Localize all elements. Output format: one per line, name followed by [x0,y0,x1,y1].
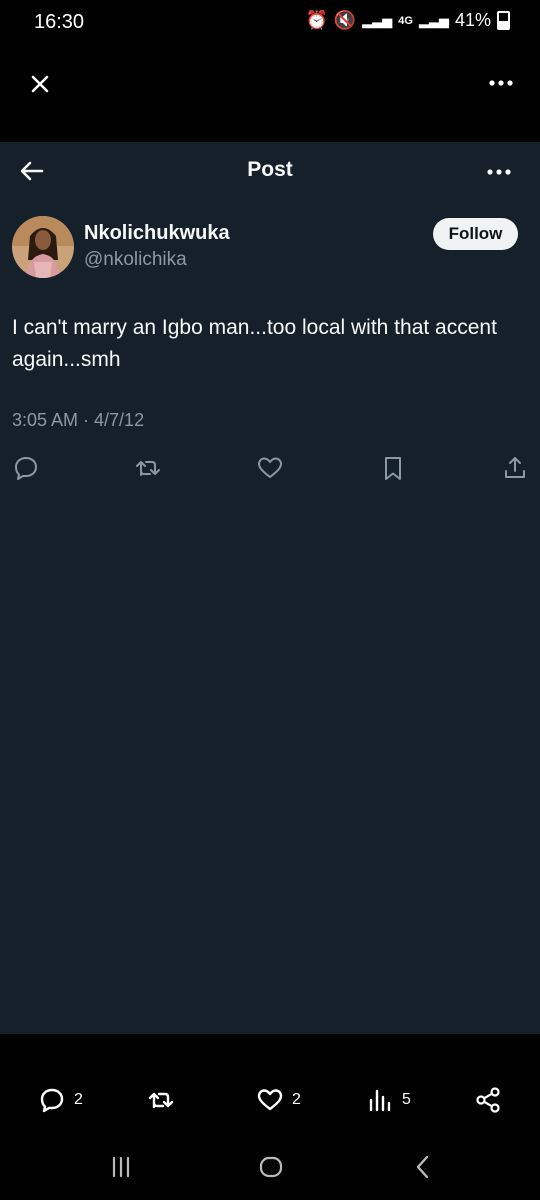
back-nav-icon[interactable] [408,1152,438,1182]
reply-count-button[interactable]: 2 [38,1086,83,1114]
reply-icon [38,1086,66,1114]
like-icon[interactable] [256,454,284,482]
alarm-icon: ⏰ [305,10,328,30]
page-title: Post [247,158,293,181]
battery-icon [497,11,510,30]
more-icon[interactable] [484,160,514,184]
display-name[interactable]: Nkolichukwuka [84,222,230,245]
tweet-timestamp[interactable]: 3:05 AM · 4/7/12 [12,410,144,431]
network-label: 4G [398,14,413,27]
more-icon[interactable] [486,72,516,94]
views-count: 5 [402,1091,411,1108]
mute-icon: 🔇 [333,10,357,30]
reply-count: 2 [74,1091,83,1108]
signal-icon-2: ▂▃▅ [418,12,449,28]
tweet-text: I can't marry an Igbo man...too local wi… [12,316,497,371]
like-icon [256,1086,284,1114]
share-nodes-icon [474,1086,502,1114]
retweet-icon [147,1086,175,1114]
retweet-button[interactable] [147,1086,175,1114]
like-count: 2 [292,1091,301,1108]
reply-icon[interactable] [12,454,40,482]
signal-icon: ▂▃▅ [362,12,393,28]
share-icon[interactable] [501,454,529,482]
share-button[interactable] [474,1086,502,1114]
handle[interactable]: @nkolichika [84,249,187,271]
viewer-top-bar [0,46,540,142]
close-icon[interactable] [26,70,54,98]
status-time: 16:30 [34,11,85,33]
bookmark-icon[interactable] [379,454,407,482]
avatar[interactable] [12,216,74,278]
views-icon [366,1086,394,1114]
views-button[interactable]: 5 [366,1086,411,1114]
follow-button[interactable]: Follow [433,218,518,250]
post-screenshot [0,142,540,1034]
recent-apps-icon[interactable] [106,1152,136,1182]
battery-label: 41% [454,10,491,30]
like-count-button[interactable]: 2 [256,1086,301,1114]
home-icon[interactable] [256,1152,286,1182]
status-icons: ⏰ 🔇 ▂▃▅ 4G ▂▃▅ 41% [305,10,510,31]
retweet-icon[interactable] [134,454,162,482]
